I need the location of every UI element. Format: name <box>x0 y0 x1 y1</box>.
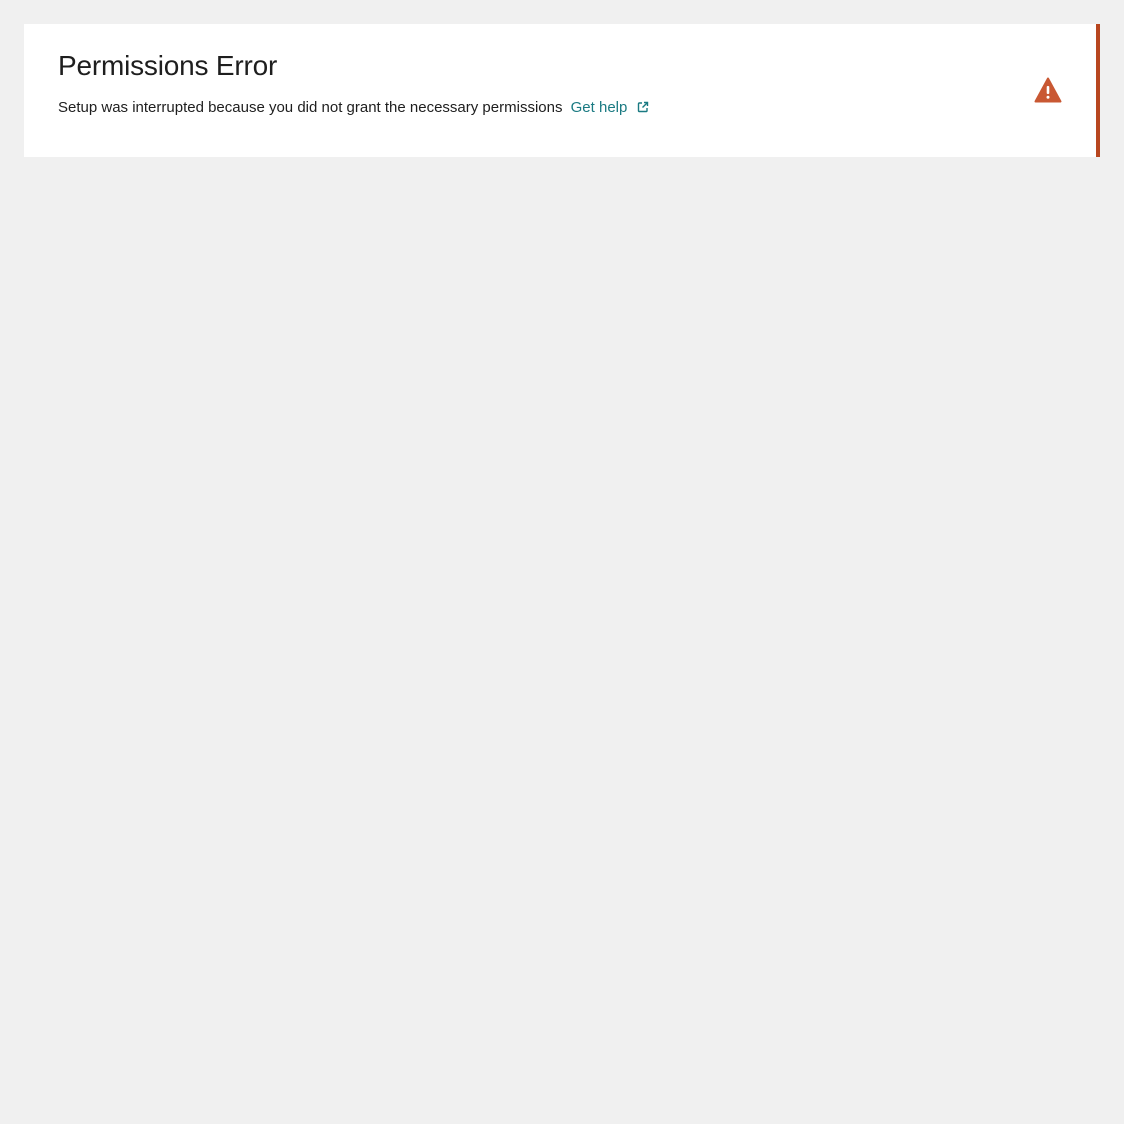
get-help-label: Get help <box>570 99 628 116</box>
notice-message: Setup was interrupted because you did no… <box>58 99 649 117</box>
external-link-icon <box>637 101 648 113</box>
warning-triangle-icon <box>1034 77 1062 103</box>
notice-message-text: Setup was interrupted because you did no… <box>58 99 563 116</box>
permissions-error-notice: Permissions Error Setup was interrupted … <box>24 24 1100 157</box>
notice-title: Permissions Error <box>58 50 278 81</box>
get-help-link[interactable]: Get help <box>571 99 649 116</box>
